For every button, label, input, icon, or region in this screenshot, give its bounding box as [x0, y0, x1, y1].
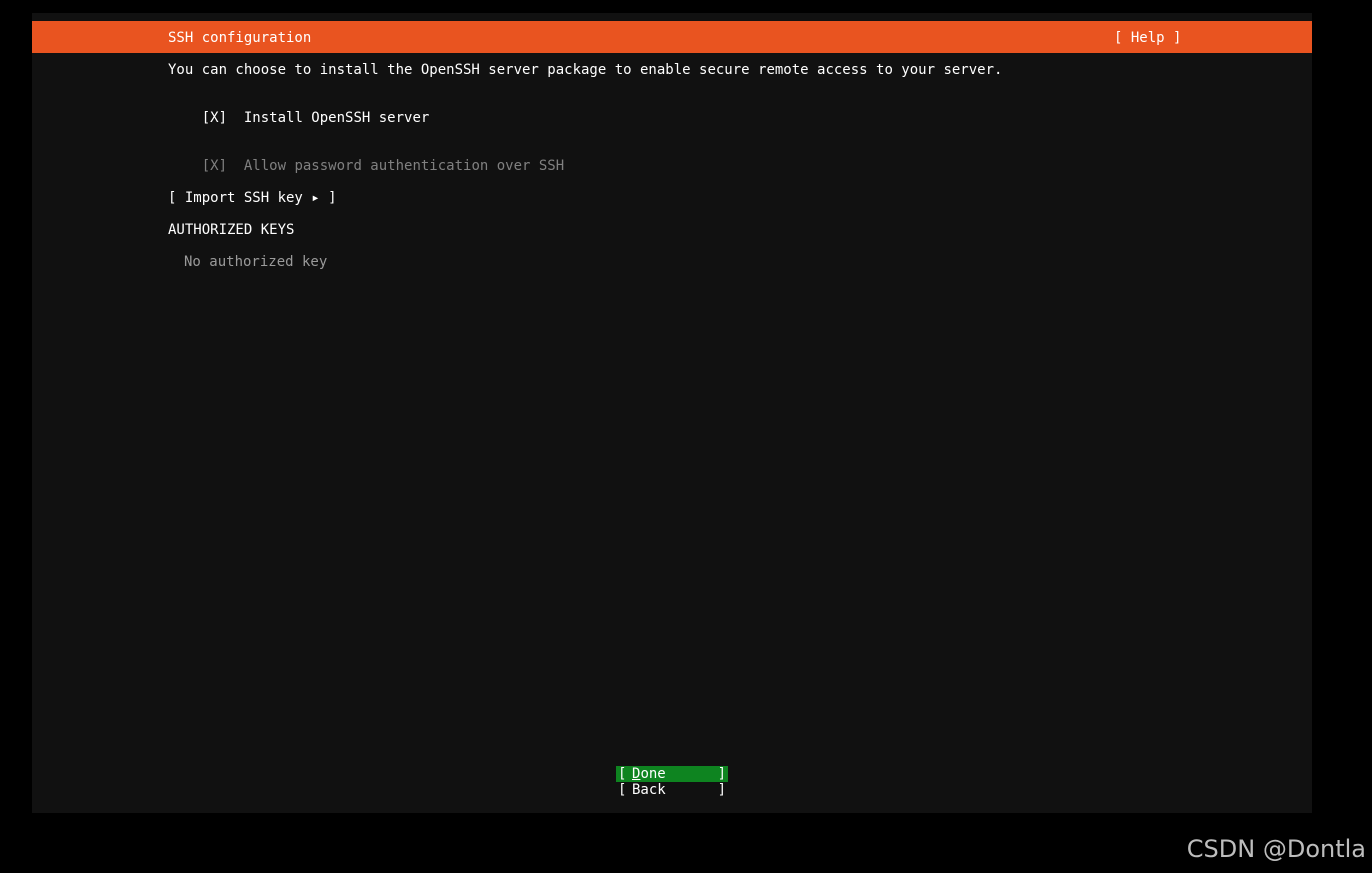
checkbox-label: Install OpenSSH server	[243, 110, 430, 126]
back-button[interactable]: [ Back ]	[616, 782, 728, 798]
checkbox-label: Allow password authentication over SSH	[243, 158, 565, 174]
installer-screen: SSH configuration [ Help ] You can choos…	[32, 13, 1312, 813]
import-ssh-key-button[interactable]: [ Import SSH key ▸ ]	[168, 190, 337, 206]
bracket-open: [	[618, 766, 627, 782]
back-label: Back	[632, 782, 666, 798]
allow-password-auth-checkbox[interactable]: [X] Allow password authentication over S…	[168, 142, 564, 190]
done-label-rest: one	[640, 766, 666, 782]
help-button[interactable]: [ Help ]	[1114, 30, 1181, 46]
checkbox-mark: [X]	[201, 110, 228, 126]
watermark-text: CSDN @Dontla	[1186, 835, 1366, 863]
done-button[interactable]: [ Done ]	[616, 766, 728, 782]
page-title: SSH configuration	[168, 30, 312, 46]
install-openssh-checkbox[interactable]: [X] Install OpenSSH server	[168, 94, 430, 142]
checkbox-mark: [X]	[201, 158, 228, 174]
done-label: Done	[632, 766, 666, 782]
intro-text: You can choose to install the OpenSSH se…	[168, 62, 1003, 78]
authorized-keys-heading: AUTHORIZED KEYS	[168, 222, 295, 238]
no-authorized-key-text: No authorized key	[184, 254, 328, 270]
bracket-close: ]	[717, 782, 726, 798]
bracket-open: [	[618, 782, 627, 798]
header-bar: SSH configuration [ Help ]	[32, 21, 1312, 53]
bracket-close: ]	[717, 766, 726, 782]
